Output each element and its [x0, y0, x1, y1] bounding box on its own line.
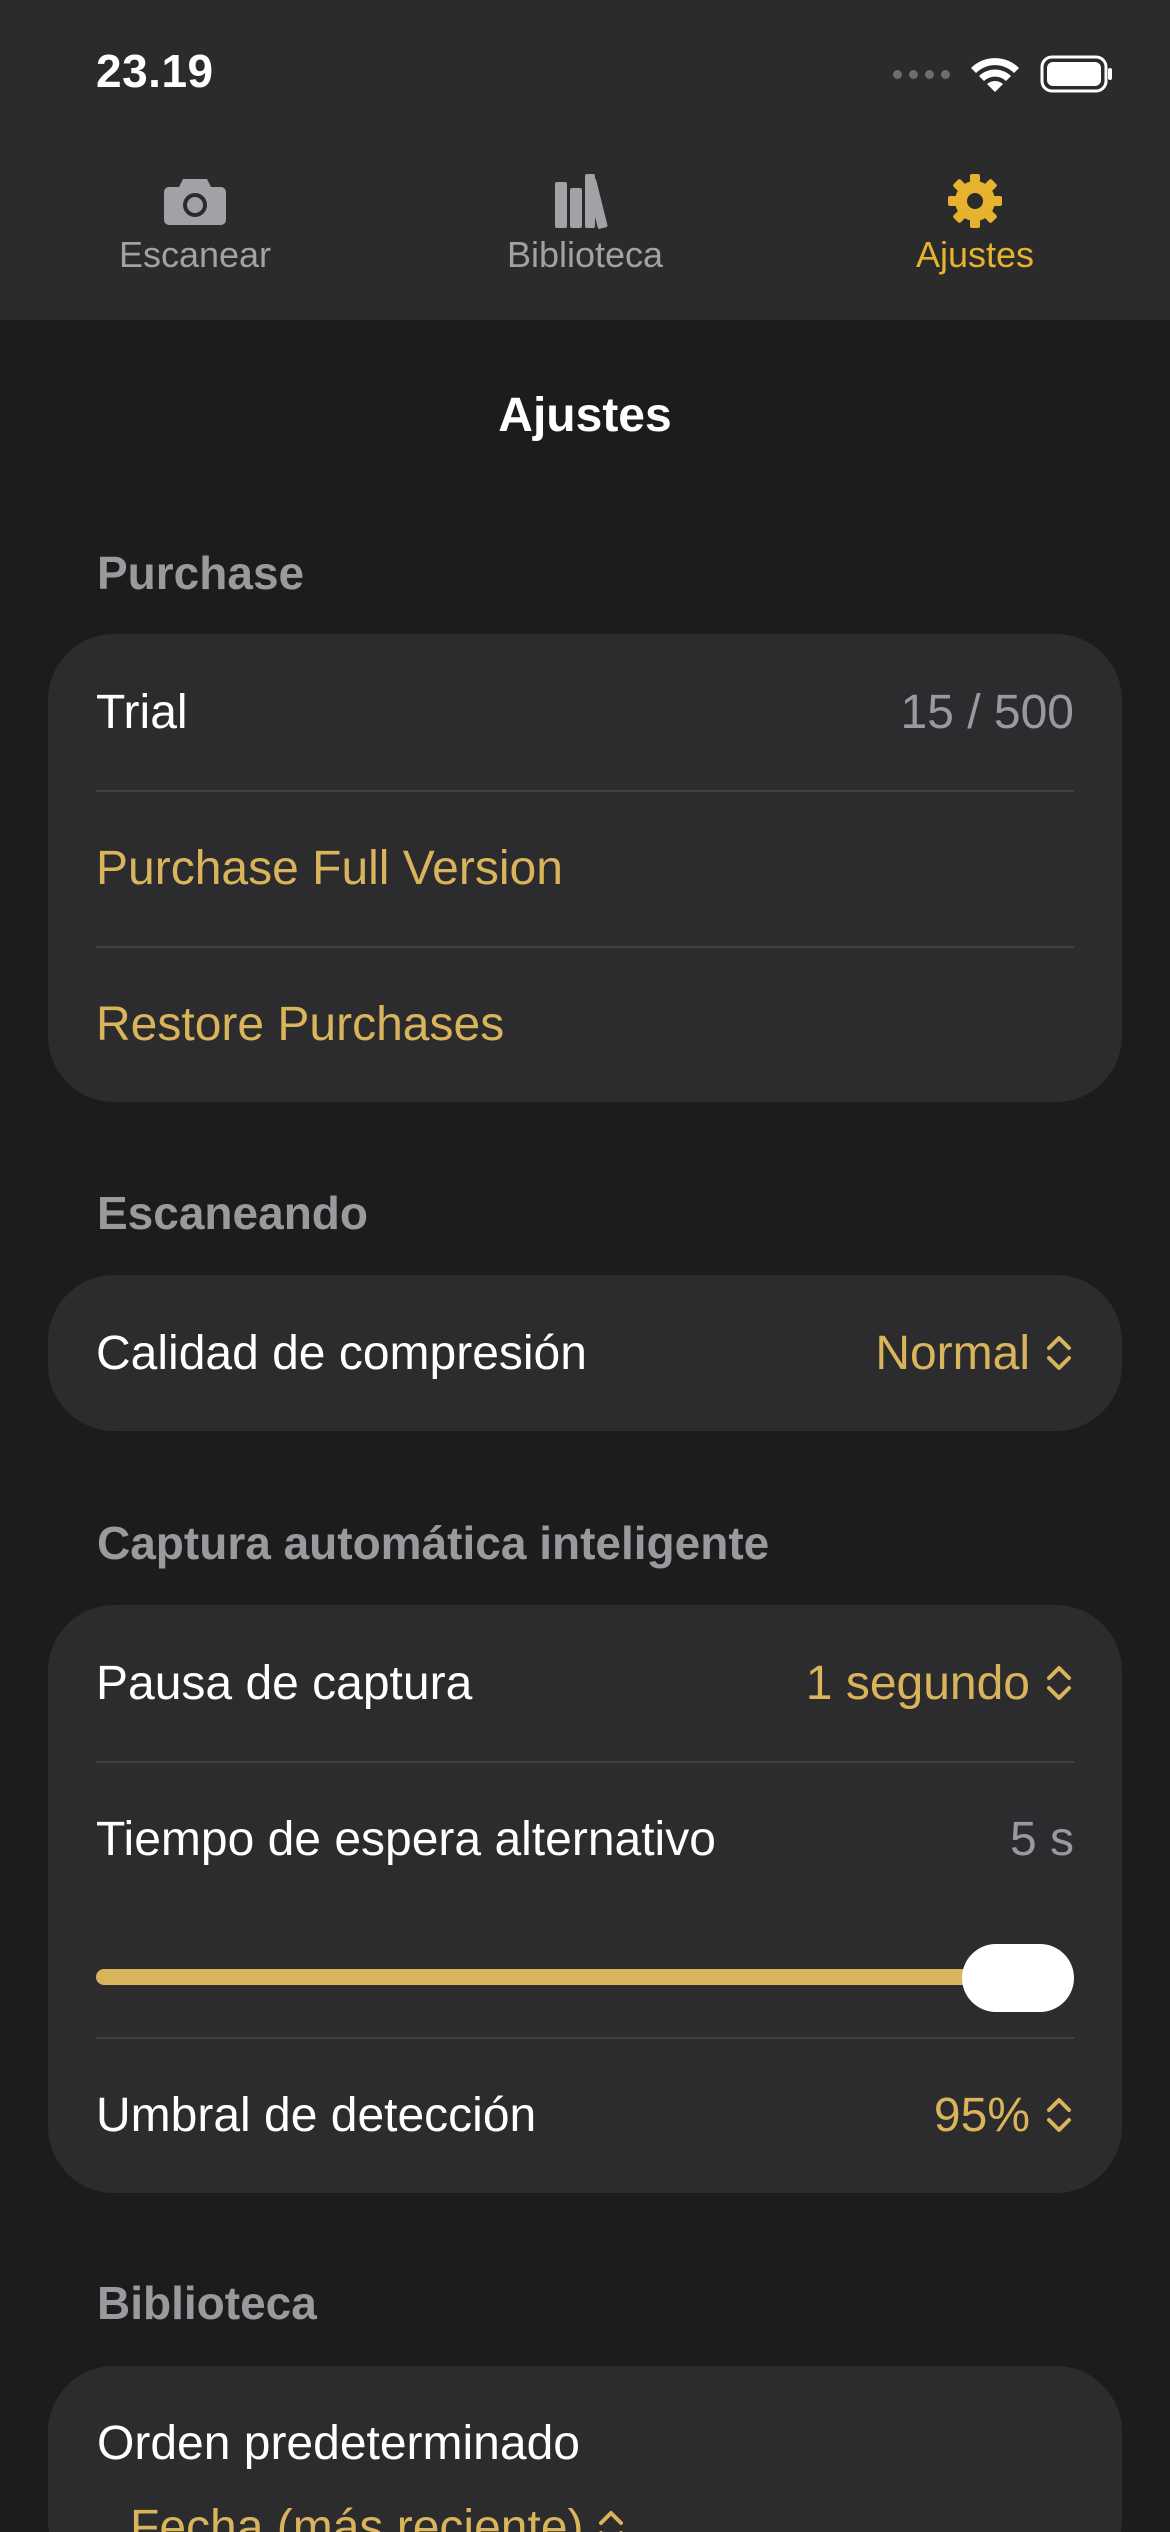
compression-quality-label: Calidad de compresión [96, 1326, 587, 1380]
scanning-group: Calidad de compresión Normal [48, 1275, 1122, 1431]
status-time: 23.19 [96, 45, 214, 97]
restore-purchases-label: Restore Purchases [96, 997, 505, 1051]
section-title-biblioteca: Biblioteca [97, 2277, 317, 2329]
purchase-full-version-label: Purchase Full Version [96, 841, 563, 895]
default-order-picker[interactable]: Fecha (más reciente) [130, 2500, 626, 2532]
tab-escanear[interactable]: Escanear [0, 170, 390, 300]
section-title-escaneando: Escaneando [97, 1187, 368, 1239]
tab-bar: Escanear Biblioteca Ajustes [0, 170, 1170, 300]
cellular-signal-icon [893, 69, 950, 79]
detection-threshold-row[interactable]: Umbral de detección 95% [48, 2037, 1122, 2193]
chevron-up-down-icon [1047, 1336, 1071, 1370]
restore-purchases-button[interactable]: Restore Purchases [48, 946, 1122, 1102]
detection-threshold-label: Umbral de detección [96, 2088, 537, 2142]
gear-icon [940, 170, 1010, 232]
purchase-group: Trial 15 / 500 Purchase Full Version Res… [48, 634, 1122, 1102]
books-icon [550, 170, 620, 232]
section-title-captura: Captura automática inteligente [97, 1517, 770, 1569]
compression-quality-picker[interactable]: Normal [875, 1326, 1074, 1381]
detection-threshold-picker[interactable]: 95% [934, 2088, 1074, 2143]
battery-icon [1040, 55, 1112, 93]
chevron-up-down-icon [1047, 2098, 1071, 2132]
chevron-up-down-icon [598, 2510, 623, 2532]
timeout-slider-fill [96, 1969, 1018, 1985]
capture-pause-value: 1 segundo [805, 1656, 1030, 1710]
tab-biblioteca[interactable]: Biblioteca [390, 170, 780, 300]
wifi-icon [971, 58, 1019, 92]
default-order-label: Orden predeterminado [97, 2417, 580, 2470]
timeout-label: Tiempo de espera alternativo [96, 1812, 716, 1866]
auto-capture-group: Pausa de captura 1 segundo Tiempo de esp… [48, 1605, 1122, 2193]
tab-label-ajustes: Ajustes [915, 234, 1035, 275]
page-title: Ajustes [498, 389, 672, 442]
capture-pause-label: Pausa de captura [96, 1656, 473, 1710]
status-icons [893, 52, 1114, 96]
timeout-slider-track[interactable] [96, 1969, 1074, 1985]
tab-label-escanear: Escanear [118, 234, 272, 275]
tab-label-biblioteca: Biblioteca [506, 234, 664, 275]
trial-label: Trial [96, 685, 188, 739]
timeout-slider-block: Tiempo de espera alternativo 5 s [48, 1761, 1122, 2037]
section-title-purchase: Purchase [97, 547, 305, 599]
compression-quality-value: Normal [875, 1326, 1030, 1380]
timeout-value: 5 s [1009, 1812, 1074, 1866]
compression-quality-row[interactable]: Calidad de compresión Normal [48, 1275, 1122, 1431]
top-bar: 23.19 Escanear Biblioteca Ajustes [0, 0, 1170, 320]
detection-threshold-value: 95% [933, 2088, 1030, 2142]
capture-pause-row[interactable]: Pausa de captura 1 segundo [48, 1605, 1122, 1761]
purchase-full-version-button[interactable]: Purchase Full Version [48, 790, 1122, 946]
chevron-up-down-icon [1047, 1666, 1071, 1700]
timeout-slider-thumb[interactable] [962, 1944, 1074, 2012]
trial-row: Trial 15 / 500 [48, 634, 1122, 790]
trial-value: 15 / 500 [900, 685, 1074, 739]
tab-ajustes[interactable]: Ajustes [780, 170, 1170, 300]
capture-pause-picker[interactable]: 1 segundo [806, 1656, 1074, 1711]
default-order-value: Fecha (más reciente) [130, 2501, 584, 2532]
camera-icon [160, 170, 230, 232]
